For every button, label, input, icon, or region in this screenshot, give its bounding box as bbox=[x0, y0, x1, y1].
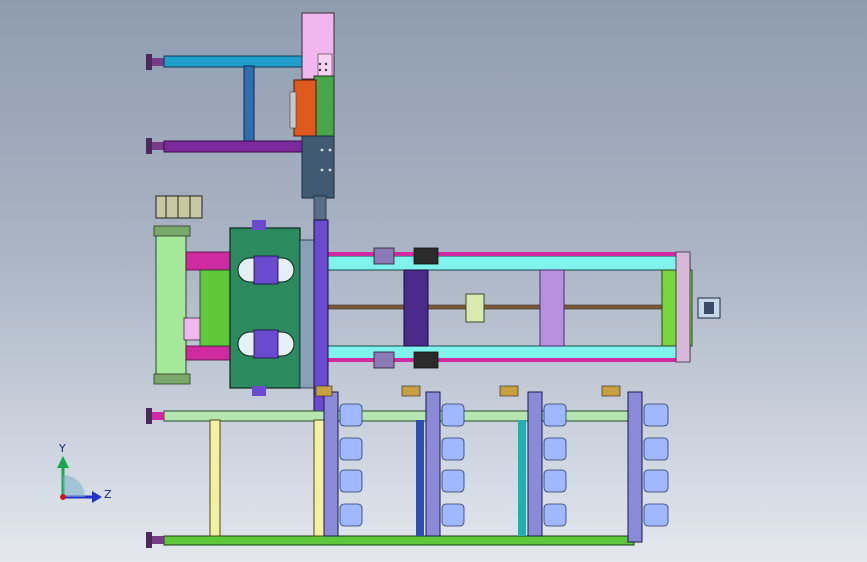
green-bottom-beam bbox=[163, 535, 635, 546]
light-green-frame bbox=[155, 229, 187, 381]
bearing-block-bottom-2 bbox=[413, 351, 439, 369]
top-left-cassette bbox=[155, 195, 203, 219]
lavender-post bbox=[539, 269, 565, 347]
creel-upright-1 bbox=[323, 391, 339, 537]
vertical-column bbox=[289, 12, 335, 227]
creel-upright-2 bbox=[425, 391, 441, 537]
leveling-foot-mid bbox=[146, 138, 152, 154]
creel-upright-4 bbox=[627, 391, 643, 543]
leveling-foot-top bbox=[146, 54, 152, 70]
spools bbox=[339, 403, 669, 527]
coordinate-triad[interactable] bbox=[57, 456, 102, 503]
purple-lower-rail bbox=[163, 140, 315, 153]
bearing-block-top-2 bbox=[413, 247, 439, 265]
z-axis-label: Z bbox=[104, 488, 112, 501]
y-axis-label: Y bbox=[59, 442, 66, 455]
creel-upright-3 bbox=[527, 391, 543, 537]
screw-nut-block bbox=[465, 293, 485, 323]
yellow-post-left bbox=[209, 419, 221, 537]
linear-rail-assembly bbox=[325, 247, 721, 369]
cad-viewport[interactable]: Y Z bbox=[0, 0, 867, 562]
blue-vertical-post bbox=[243, 65, 255, 143]
cyan-top-rail bbox=[163, 55, 311, 68]
orange-motor-block bbox=[293, 79, 317, 137]
carriage-body bbox=[229, 227, 301, 389]
machine-assembly-model[interactable] bbox=[0, 0, 867, 562]
slate-base-block bbox=[301, 135, 335, 199]
bearing-block-top-1 bbox=[373, 247, 395, 265]
creel-frame bbox=[146, 385, 669, 548]
dark-violet-post bbox=[403, 269, 429, 347]
upper-stand bbox=[146, 54, 315, 154]
central-carriage bbox=[153, 195, 329, 537]
bearing-block-bottom-1 bbox=[373, 351, 395, 369]
lead-screw bbox=[325, 304, 677, 310]
triad-origin bbox=[60, 494, 66, 500]
